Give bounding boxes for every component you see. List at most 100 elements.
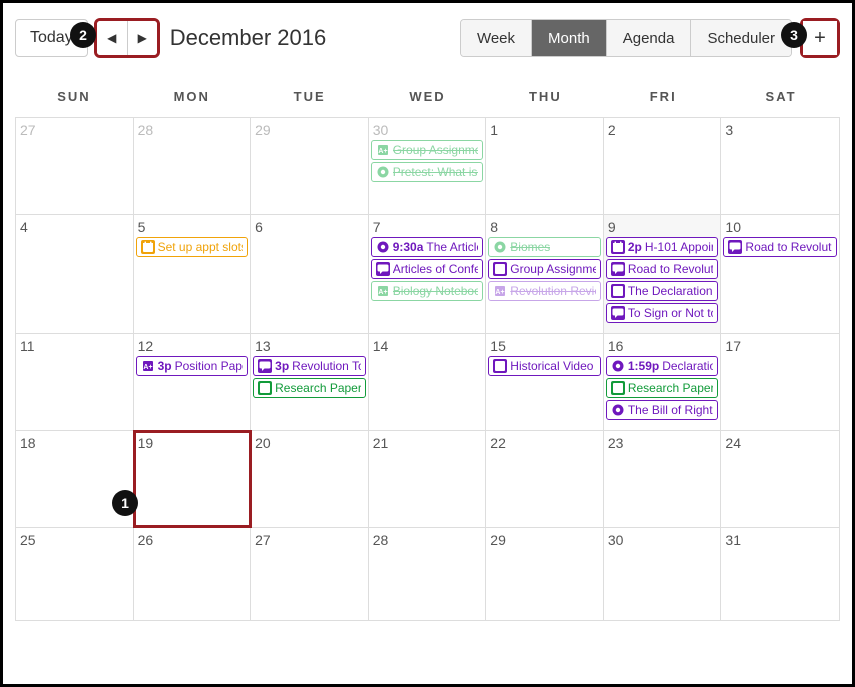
calendar-event[interactable]: 3pPosition Paper [136,356,249,376]
calendar-event[interactable]: Research Paper [606,378,719,398]
calendar-event[interactable]: Group Assignment [488,259,601,279]
calendar-day[interactable]: 17 [721,334,839,430]
tab-month[interactable]: Month [531,20,606,56]
quiz-icon [376,240,390,254]
day-number: 30 [606,530,719,550]
calendar-day[interactable]: 3 [721,118,839,214]
calendar-day[interactable]: 28 [369,528,487,620]
assignment-icon [376,143,390,157]
event-label: Road to Revolution [628,262,714,276]
day-number: 10 [723,217,837,237]
day-number: 26 [136,530,249,550]
calendar-event[interactable]: Historical Video A [488,356,601,376]
calendar-event[interactable]: Biomes [488,237,601,257]
calendar-event[interactable]: The Bill of Rights [606,400,719,420]
calendar-day[interactable]: 27 [251,528,369,620]
calendar-event[interactable]: Pretest: What is a [371,162,484,182]
calendar-day[interactable]: 8BiomesGroup AssignmentRevolution Review [486,215,604,333]
calendar-day[interactable]: 5Set up appt slots [134,215,252,333]
day-number: 27 [253,530,366,550]
dow-fri: FRI [604,77,722,117]
calendar-day[interactable]: 19 [134,431,252,527]
calendar-day[interactable]: 1 [486,118,604,214]
calendar-event[interactable]: The Declaration o [606,281,719,301]
calendar-day[interactable]: 161:59pDeclarationResearch PaperThe Bill… [604,334,722,430]
calendar-day[interactable]: 30Group AssignmentPretest: What is a [369,118,487,214]
event-label: 9:30aThe Articles [393,240,479,254]
tab-scheduler[interactable]: Scheduler [690,20,791,56]
calendar-event[interactable]: 2pH-101 Appoint [606,237,719,257]
calendar-day[interactable]: 26 [134,528,252,620]
calendar-event[interactable]: 9:30aThe Articles [371,237,484,257]
calendar-event[interactable]: Research Paper P [253,378,366,398]
add-event-button[interactable]: + [803,21,837,55]
assignment-icon [493,359,507,373]
calendar-day[interactable]: 21 [369,431,487,527]
calendar-day[interactable]: 14 [369,334,487,430]
calendar-day[interactable]: 133pRevolution TopResearch Paper P [251,334,369,430]
event-label: Revolution Review [510,284,596,298]
tab-agenda[interactable]: Agenda [606,20,691,56]
calendar-day[interactable]: 123pPosition Paper [134,334,252,430]
calendar-day[interactable]: 10Road to Revolution [721,215,839,333]
event-label: 2pH-101 Appoint [628,240,714,254]
day-number: 1 [488,120,601,140]
calendar-day[interactable]: 25 [16,528,134,620]
calendar-grid: SUN MON TUE WED THU FRI SAT 27282930Grou… [15,77,840,621]
calendar-event[interactable]: Road to Revolution [606,259,719,279]
day-number: 6 [253,217,366,237]
event-label: Articles of Confed [393,262,479,276]
day-number: 18 [18,433,131,453]
calendar-day[interactable]: 24 [721,431,839,527]
tab-week[interactable]: Week [461,20,531,56]
calendar-event[interactable]: 3pRevolution Top [253,356,366,376]
calendar-day[interactable]: 22 [486,431,604,527]
calendar-day[interactable]: 29 [486,528,604,620]
calendar-day[interactable]: 31 [721,528,839,620]
calendar-event[interactable]: Biology Notebook [371,281,484,301]
discussion-icon [611,306,625,320]
day-events: 2pH-101 Appoint Road to Revolution The Dec… [606,237,719,323]
day-number: 27 [18,120,131,140]
calendar-day[interactable]: 11 [16,334,134,430]
next-month-button[interactable]: ▶ [127,21,157,55]
calendar-event[interactable]: Set up appt slots [136,237,249,257]
calendar-event[interactable]: To Sign or Not to [606,303,719,323]
today-button[interactable]: Today [15,19,88,57]
calendar-day[interactable]: 4 [16,215,134,333]
event-time: 1:59p [628,359,659,373]
calendar-day[interactable]: 23 [604,431,722,527]
prev-month-button[interactable]: ◀ [97,21,127,55]
event-time: 3p [275,359,289,373]
calendar-event[interactable]: Group Assignment [371,140,484,160]
calendar-day[interactable]: 6 [251,215,369,333]
calendar-event[interactable]: Revolution Review [488,281,601,301]
assignment-icon [611,381,625,395]
day-number: 15 [488,336,601,356]
calendar-day[interactable]: 28 [134,118,252,214]
dow-mon: MON [133,77,251,117]
assignment-icon [258,381,272,395]
calendar-day[interactable]: 79:30aThe ArticlesArticles of ConfedBiol… [369,215,487,333]
calendar-day[interactable]: 30 [604,528,722,620]
quiz-icon [611,359,625,373]
event-label: Biomes [510,240,550,254]
calendar-event[interactable]: Articles of Confed [371,259,484,279]
calendar-day[interactable]: 2 [604,118,722,214]
event-label: Research Paper [628,381,714,395]
calendar-day[interactable]: 27 [16,118,134,214]
calendar-icon [611,240,625,254]
weeks-container: 27282930Group AssignmentPretest: What is… [15,117,840,621]
day-number: 3 [723,120,837,140]
event-time: 9:30a [393,240,424,254]
calendar-day[interactable]: 29 [251,118,369,214]
calendar-event[interactable]: 1:59pDeclaration [606,356,719,376]
day-number: 19 [136,433,249,453]
calendar-event[interactable]: Road to Revolution [723,237,837,257]
calendar-day[interactable]: 92pH-101 AppointRoad to RevolutionThe De… [604,215,722,333]
discussion-icon [258,359,272,373]
calendar-day[interactable]: 18 [16,431,134,527]
calendar-day[interactable]: 15Historical Video A [486,334,604,430]
calendar-day[interactable]: 20 [251,431,369,527]
day-events: Historical Video A [488,356,601,376]
